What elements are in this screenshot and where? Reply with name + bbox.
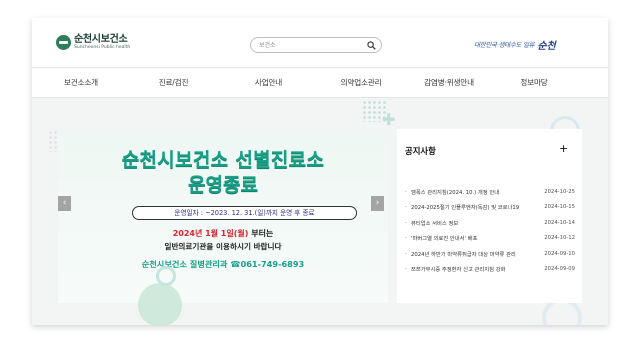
logo-text: 순천시보건소 Suncheonsi Public health: [74, 35, 130, 51]
notice-item[interactable]: · 뷰티업소 서비스 정보 2024-10-14: [405, 215, 575, 231]
banner-notice-rest: 부터는: [248, 229, 274, 238]
site-header: 순천시보건소 Suncheonsi Public health 대한민국 생태수…: [32, 18, 608, 67]
notice-item[interactable]: · '마버그열 의료진 안내서' 배포 2024-10-12: [405, 231, 575, 247]
notice-item-title: 쯔쯔가무시증 주정환자 신고 관리지침 강화: [411, 267, 506, 274]
notice-item-title: '마버그열 의료진 안내서' 배포: [411, 236, 478, 243]
banner-period: 운영일자 : ~2023. 12. 31.(일)까지 운영 후 종료: [132, 206, 357, 220]
nav-item-infection[interactable]: 감염병·위생안내: [406, 68, 492, 97]
notice-more-button[interactable]: +: [559, 142, 568, 155]
banner-notice-line: 2024년 1월 1일(월) 부터는: [58, 228, 388, 239]
notice-item[interactable]: · 쯔쯔가무시증 주정환자 신고 관리지침 강화 2024-09-09: [405, 262, 575, 278]
search-icon[interactable]: [367, 41, 376, 50]
main-content: ✚ 순천시보건소 선별진료소 운영종료 운영일자 : ~2023. 12. 31…: [32, 98, 608, 325]
main-banner[interactable]: 순천시보건소 선별진료소 운영종료 운영일자 : ~2023. 12. 31.(…: [58, 129, 388, 303]
notice-item-title: 2024년 하반기 마약류취급자 대상 마약류 관리: [411, 251, 516, 258]
logo-subtitle: Suncheonsi Public health: [74, 45, 131, 50]
decorative-ring: [156, 266, 176, 286]
main-navigation: 보건소소개 진료/검진 사업안내 의약업소관리 감염병·위생안내 정보마당: [32, 67, 608, 98]
city-slogan[interactable]: 대한민국 생태수도 일류 순천: [474, 36, 556, 52]
decorative-plus-icon: ✚: [382, 110, 396, 129]
notice-item-date: 2024-10-14: [544, 219, 575, 226]
decorative-circle: [138, 283, 182, 325]
nav-item-info[interactable]: 정보마당: [492, 68, 576, 97]
logo-mark-icon: [56, 35, 71, 51]
banner-contact: 순천시보건소 질병관리과 ☎061-749-6893: [141, 259, 305, 269]
nav-item-about[interactable]: 보건소소개: [36, 68, 126, 97]
banner-prev-button[interactable]: ‹: [58, 196, 71, 211]
notice-item-date: 2024-10-12: [544, 235, 575, 242]
notice-item-date: 2024-09-09: [544, 266, 575, 273]
notice-item-date: 2024-09-10: [544, 250, 575, 257]
notice-item[interactable]: · 2024년 하반기 마약류취급자 대상 마약류 관리 2024-09-10: [405, 246, 575, 262]
banner-next-button[interactable]: ›: [371, 196, 384, 211]
notice-item-date: 2024-10-25: [544, 188, 575, 195]
nav-item-projects[interactable]: 사업안내: [221, 68, 316, 97]
banner-guidance: 일반의료기관을 이용하시기 바랍니다: [164, 242, 282, 251]
slogan-text: 대한민국 생태수도 일류: [474, 41, 535, 49]
notice-item-title: 뷰티업소 서비스 정보: [411, 220, 459, 227]
notice-list: · 엠폭스 관리지침(2024. 10.) 개정 안내 2024-10-25 ·…: [405, 184, 575, 277]
notice-panel: 공지사항 + · 엠폭스 관리지침(2024. 10.) 개정 안내 2024-…: [397, 129, 582, 303]
banner-title: 순천시보건소 선별진료소: [121, 149, 325, 171]
banner-date-highlight: 2024년 1월 1일(월): [172, 229, 249, 238]
logo-title: 순천시보건소: [74, 34, 128, 45]
nav-item-clinic[interactable]: 진료/검진: [126, 68, 221, 97]
notice-item[interactable]: · 엠폭스 관리지침(2024. 10.) 개정 안내 2024-10-25: [405, 184, 575, 200]
nav-item-pharmacy[interactable]: 의약업소관리: [316, 68, 406, 97]
notice-item-date: 2024-10-15: [544, 204, 575, 211]
notice-item-title: 엠폭스 관리지침(2024. 10.) 개정 안내: [411, 189, 500, 196]
notice-item-title: 2024-2025절기 인플루엔자(독감) 및 코로나19: [411, 205, 520, 212]
site-logo[interactable]: 순천시보건소 Suncheonsi Public health: [56, 35, 130, 51]
search-input[interactable]: [259, 40, 359, 51]
banner-subtitle: 운영종료: [188, 174, 258, 196]
search-box: [250, 37, 382, 53]
browser-frame: 순천시보건소 Suncheonsi Public health 대한민국 생태수…: [32, 18, 608, 325]
notice-item[interactable]: · 2024-2025절기 인플루엔자(독감) 및 코로나19 2024-10-…: [405, 200, 575, 216]
notice-title: 공지사항: [405, 146, 436, 156]
slogan-city: 순천: [537, 40, 556, 52]
